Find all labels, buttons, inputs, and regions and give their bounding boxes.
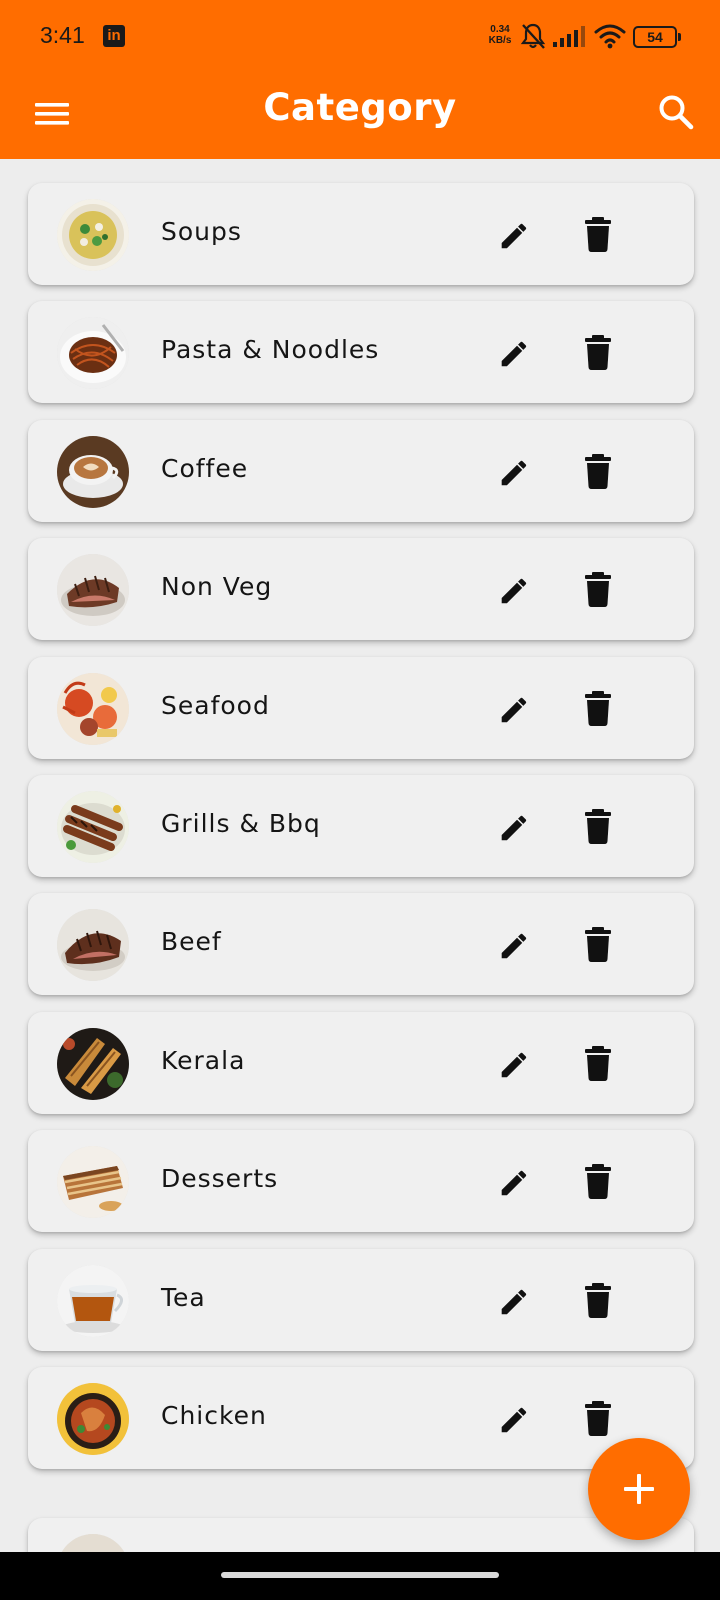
edit-button[interactable]: [496, 217, 532, 253]
trash-icon: [585, 572, 611, 608]
trash-icon: [585, 1401, 611, 1436]
network-speed: 0.34 KB/s: [483, 24, 517, 46]
delete-button[interactable]: [583, 452, 613, 490]
linkedin-icon: in: [103, 25, 125, 47]
delete-button[interactable]: [583, 333, 613, 371]
pencil-icon: [501, 1289, 527, 1314]
category-label: Desserts: [161, 1164, 279, 1194]
chicken-thumbnail: [57, 1383, 129, 1455]
home-gesture-handle[interactable]: [221, 1572, 499, 1578]
pencil-icon: [501, 1170, 527, 1196]
pencil-icon: [501, 1052, 527, 1078]
status-bar: 3:41 in 0.34 KB/s 54: [0, 0, 720, 72]
desserts-thumbnail: [57, 1146, 129, 1219]
edit-button[interactable]: [496, 1283, 532, 1319]
category-label: Soups: [161, 217, 242, 246]
trash-icon: [585, 217, 611, 252]
list-item-pasta-noodles[interactable]: Pasta & Noodles: [28, 301, 694, 404]
list-item-beef[interactable]: Beef: [28, 893, 694, 996]
delete-button[interactable]: [583, 925, 613, 963]
pencil-icon: [501, 223, 527, 249]
trash-icon: [585, 1282, 611, 1318]
edit-button[interactable]: [496, 1046, 532, 1082]
edit-button[interactable]: [496, 1164, 532, 1200]
beef-thumbnail: [57, 909, 129, 982]
tea-thumbnail: [57, 1264, 129, 1337]
trash-icon: [585, 690, 611, 726]
list-item-grills-bbq[interactable]: Grills & Bbq: [28, 775, 694, 877]
list-item-desserts[interactable]: Desserts: [28, 1130, 694, 1233]
category-label: Coffee: [161, 453, 249, 483]
delete-button[interactable]: [583, 689, 613, 727]
kerala-thumbnail: [57, 1027, 129, 1100]
trash-icon: [585, 335, 611, 371]
category-label: Tea: [161, 1282, 206, 1312]
delete-button[interactable]: [583, 807, 613, 845]
pencil-icon: [501, 1407, 527, 1433]
category-label: Pasta & Noodles: [161, 335, 380, 365]
list-item-partial[interactable]: [28, 1518, 694, 1552]
status-time: 3:41: [40, 22, 85, 48]
category-label: Chicken: [161, 1401, 267, 1430]
network-speed-value: 0.34: [490, 24, 510, 35]
edit-button[interactable]: [496, 691, 532, 727]
category-label: Kerala: [161, 1045, 246, 1075]
delete-button[interactable]: [583, 1399, 613, 1437]
list-item-chicken[interactable]: Chicken: [28, 1367, 694, 1469]
partial-thumbnail: [57, 1534, 129, 1552]
seafood-thumbnail: [57, 672, 129, 745]
pencil-icon: [501, 578, 527, 604]
non-veg-thumbnail: [57, 554, 129, 627]
edit-button[interactable]: [496, 335, 532, 371]
delete-button[interactable]: [583, 1044, 613, 1082]
list-item-non-veg[interactable]: Non Veg: [28, 538, 694, 641]
list-item-soups[interactable]: Soups: [28, 183, 694, 285]
search-icon: [659, 95, 694, 130]
list-item-coffee[interactable]: Coffee: [28, 419, 694, 522]
trash-icon: [585, 809, 611, 844]
plus-icon: [624, 1474, 654, 1504]
list-item-tea[interactable]: Tea: [28, 1248, 694, 1351]
edit-button[interactable]: [496, 809, 532, 845]
trash-icon: [585, 1045, 611, 1081]
search-button[interactable]: [656, 92, 696, 132]
pasta-thumbnail: [57, 317, 129, 390]
add-category-button[interactable]: [588, 1438, 690, 1540]
pencil-icon: [501, 934, 527, 959]
edit-button[interactable]: [496, 1401, 532, 1437]
network-speed-unit: KB/s: [488, 35, 512, 46]
category-label: Beef: [161, 927, 222, 957]
bell-muted-icon: [520, 23, 546, 49]
delete-button[interactable]: [583, 215, 613, 253]
pencil-icon: [501, 460, 527, 486]
delete-button[interactable]: [583, 570, 613, 608]
soups-thumbnail: [57, 199, 129, 271]
pencil-icon: [501, 815, 527, 841]
system-navigation-bar: [0, 1552, 720, 1600]
edit-button[interactable]: [496, 927, 532, 963]
list-item-kerala[interactable]: Kerala: [28, 1011, 694, 1114]
category-label: Non Veg: [161, 572, 273, 602]
battery-indicator: 54: [633, 26, 681, 48]
delete-button[interactable]: [583, 1281, 613, 1319]
wifi-icon: [594, 24, 626, 49]
cellular-signal-icon: [553, 26, 585, 47]
list-item-seafood[interactable]: Seafood: [28, 656, 694, 759]
grills-thumbnail: [57, 791, 129, 863]
category-list[interactable]: Soups Pasta & Noodles Coffee Non Veg Seafood…: [0, 159, 720, 1552]
edit-button[interactable]: [496, 454, 532, 490]
trash-icon: [585, 1164, 611, 1200]
edit-button[interactable]: [496, 572, 532, 608]
trash-icon: [585, 927, 611, 963]
delete-button[interactable]: [583, 1162, 613, 1200]
pencil-icon: [501, 342, 527, 367]
trash-icon: [585, 453, 611, 489]
category-label: Seafood: [161, 690, 270, 720]
category-label: Grills & Bbq: [161, 809, 321, 838]
app-bar: Category: [0, 72, 720, 159]
coffee-thumbnail: [57, 435, 129, 508]
pencil-icon: [501, 697, 527, 722]
page-title: Category: [263, 86, 457, 129]
